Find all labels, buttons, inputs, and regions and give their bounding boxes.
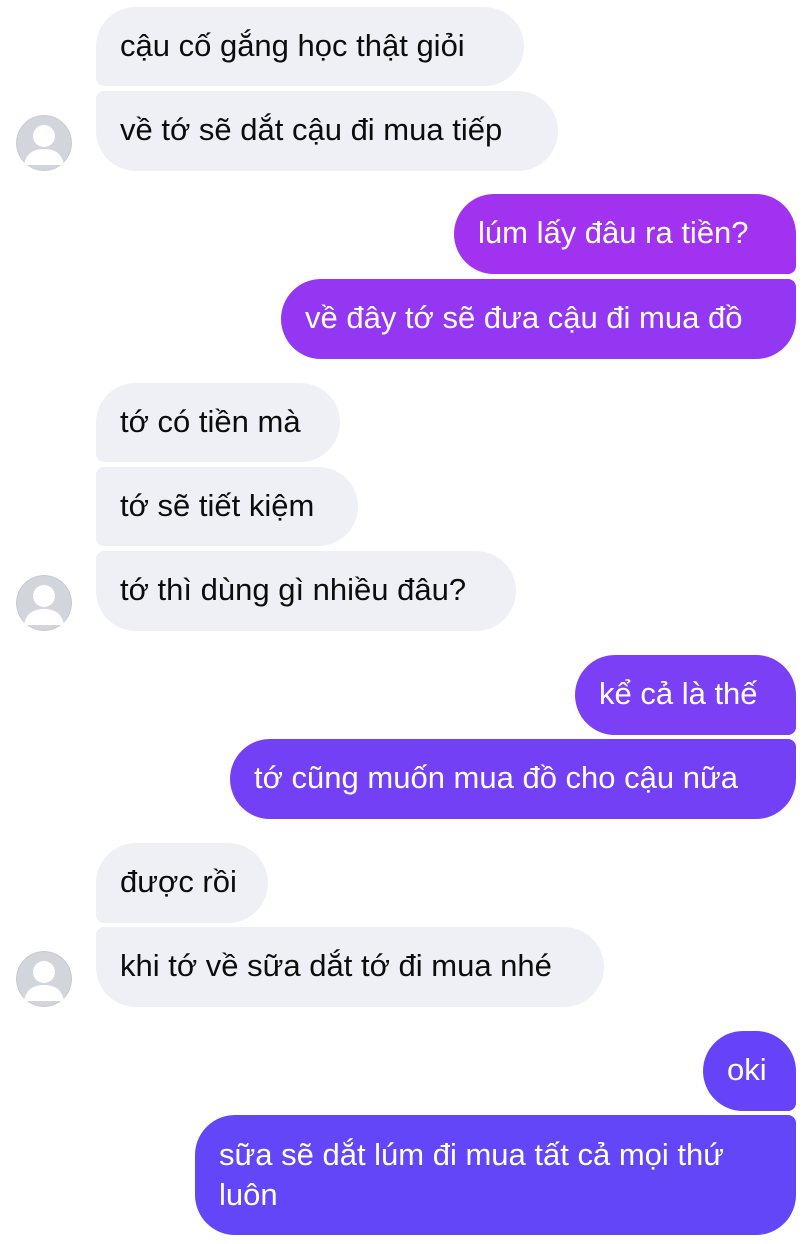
outgoing-message-bubble[interactable]: sữa sẽ dắt lúm đi mua tất cả mọi thứ luô…	[195, 1115, 796, 1235]
contact-avatar-icon[interactable]	[16, 115, 72, 171]
outgoing-message-bubble[interactable]: kể cả là thế	[575, 655, 796, 735]
outgoing-message-bubble[interactable]: về đây tớ sẽ đưa cậu đi mua đồ	[281, 279, 796, 359]
incoming-message-bubble[interactable]: tớ có tiền mà	[96, 383, 340, 462]
incoming-message-bubble[interactable]: về tớ sẽ dắt cậu đi mua tiếp	[96, 91, 558, 171]
outgoing-message-bubble[interactable]: lúm lấy đâu ra tiền?	[454, 194, 796, 274]
incoming-message-bubble[interactable]: khi tớ về sữa dắt tớ đi mua nhé	[96, 927, 604, 1007]
contact-avatar-icon[interactable]	[16, 575, 72, 631]
incoming-message-bubble[interactable]: tớ sẽ tiết kiệm	[96, 467, 358, 546]
outgoing-message-bubble[interactable]: tớ cũng muốn mua đồ cho cậu nữa	[230, 739, 796, 819]
incoming-message-bubble[interactable]: tớ thì dùng gì nhiều đâu?	[96, 551, 516, 631]
incoming-message-bubble[interactable]: cậu cố gắng học thật giỏi	[96, 7, 524, 86]
incoming-message-bubble[interactable]: được rồi	[96, 843, 268, 923]
outgoing-message-bubble[interactable]: oki	[703, 1031, 796, 1111]
contact-avatar-icon[interactable]	[16, 951, 72, 1007]
